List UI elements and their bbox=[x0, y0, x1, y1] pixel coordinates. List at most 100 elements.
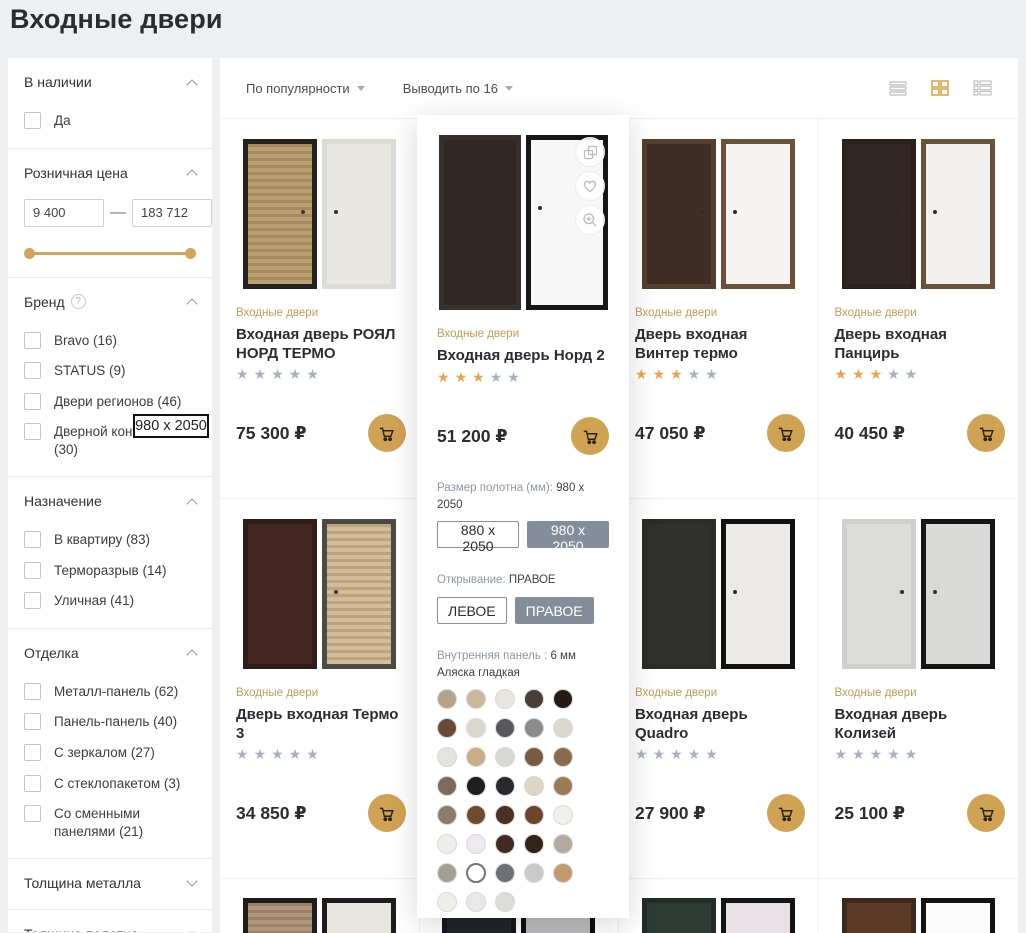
grid-view-icon[interactable] bbox=[931, 80, 949, 96]
checkbox[interactable] bbox=[24, 562, 41, 579]
product-card[interactable]: Входные двери Входная дверь РОЯЛ НОРД ТЕ… bbox=[220, 119, 420, 499]
chevron-up-icon[interactable] bbox=[186, 650, 197, 661]
filter-option[interactable]: STATUS (9) bbox=[24, 362, 196, 380]
product-category-link[interactable]: Входные двери bbox=[635, 687, 802, 699]
chevron-down-icon[interactable] bbox=[186, 876, 197, 887]
chevron-up-icon[interactable] bbox=[186, 169, 197, 180]
checkbox[interactable] bbox=[24, 775, 41, 792]
checkbox[interactable] bbox=[24, 592, 41, 609]
panel-swatch[interactable] bbox=[495, 747, 515, 767]
panel-swatch[interactable] bbox=[524, 747, 544, 767]
product-category-link[interactable]: Входные двери bbox=[437, 328, 609, 340]
panel-swatch[interactable] bbox=[495, 892, 515, 912]
list-view-icon[interactable] bbox=[889, 81, 907, 96]
chevron-up-icon[interactable] bbox=[186, 79, 197, 90]
product-title[interactable]: Дверь входная Термо 3 bbox=[236, 705, 403, 743]
panel-swatch[interactable] bbox=[524, 805, 544, 825]
product-card[interactable] bbox=[220, 879, 420, 933]
checkbox[interactable] bbox=[24, 531, 41, 548]
filter-section-header[interactable]: Толщина металла bbox=[24, 875, 196, 891]
checkbox[interactable] bbox=[24, 683, 41, 700]
panel-swatch[interactable] bbox=[524, 718, 544, 738]
panel-swatch[interactable] bbox=[466, 892, 486, 912]
add-to-cart-button[interactable] bbox=[571, 417, 609, 455]
chevron-up-icon[interactable] bbox=[186, 498, 197, 509]
product-image[interactable] bbox=[236, 139, 403, 289]
panel-swatch[interactable] bbox=[437, 834, 457, 854]
panel-swatch[interactable] bbox=[437, 776, 457, 796]
add-to-cart-button[interactable] bbox=[967, 794, 1005, 832]
panel-swatch[interactable] bbox=[437, 805, 457, 825]
price-slider-handle-min[interactable] bbox=[24, 248, 35, 259]
panel-swatch[interactable] bbox=[437, 747, 457, 767]
add-to-cart-button[interactable] bbox=[368, 414, 406, 452]
product-title[interactable]: Входная дверь Колизей bbox=[835, 705, 1003, 743]
panel-swatch[interactable] bbox=[466, 718, 486, 738]
product-image[interactable] bbox=[835, 519, 1003, 669]
panel-swatch[interactable] bbox=[437, 718, 457, 738]
panel-swatch[interactable] bbox=[553, 834, 573, 854]
product-title[interactable]: Дверь входная Панцирь bbox=[835, 325, 1003, 363]
product-title[interactable]: Дверь входная Винтер термо bbox=[635, 325, 802, 363]
product-image[interactable] bbox=[236, 519, 403, 669]
opening-option-button[interactable]: ЛЕВОЕ bbox=[437, 597, 507, 624]
checkbox[interactable] bbox=[24, 744, 41, 761]
filter-option[interactable]: Уличная (41) bbox=[24, 592, 196, 610]
filter-option[interactable]: Двери регионов (46) bbox=[24, 393, 196, 411]
panel-swatch[interactable] bbox=[437, 689, 457, 709]
price-slider-handle-max[interactable] bbox=[185, 248, 196, 259]
filter-section-header[interactable]: В наличии bbox=[24, 74, 196, 90]
product-card[interactable] bbox=[619, 879, 819, 933]
panel-swatch[interactable] bbox=[524, 689, 544, 709]
compare-icon[interactable] bbox=[575, 137, 605, 167]
add-to-cart-button[interactable] bbox=[767, 414, 805, 452]
product-card[interactable]: Входные двери Дверь входная Панцирь ★★★★… bbox=[819, 119, 1019, 499]
filter-section-header[interactable]: Отделка bbox=[24, 645, 196, 661]
filter-section-header[interactable]: Бренд? bbox=[24, 294, 196, 310]
size-option-button[interactable]: 880 x 2050 bbox=[437, 521, 519, 548]
panel-swatch[interactable] bbox=[553, 747, 573, 767]
wishlist-heart-icon[interactable] bbox=[575, 171, 605, 201]
panel-swatch[interactable] bbox=[466, 805, 486, 825]
product-card[interactable]: Входные двери Дверь входная Винтер термо… bbox=[619, 119, 819, 499]
table-view-icon[interactable] bbox=[973, 80, 992, 96]
product-title[interactable]: Входная дверь Норд 2 bbox=[437, 346, 609, 366]
panel-swatch[interactable] bbox=[495, 834, 515, 854]
checkbox[interactable] bbox=[24, 713, 41, 730]
product-card[interactable] bbox=[819, 879, 1019, 933]
checkbox[interactable] bbox=[24, 805, 41, 822]
filter-section-header[interactable]: Розничная цена bbox=[24, 165, 196, 181]
filter-option[interactable]: Терморазрыв (14) bbox=[24, 562, 196, 580]
product-card[interactable]: Входные двери Входная дверь Колизей ★★★★… bbox=[819, 499, 1019, 879]
panel-swatch[interactable] bbox=[553, 689, 573, 709]
panel-swatch[interactable] bbox=[466, 834, 486, 854]
product-title[interactable]: Входная дверь Quadro bbox=[635, 705, 802, 743]
filter-option[interactable]: Панель-панель (40) bbox=[24, 713, 196, 731]
add-to-cart-button[interactable] bbox=[767, 794, 805, 832]
filter-option[interactable]: С стеклопакетом (3) bbox=[24, 775, 196, 793]
checkbox[interactable] bbox=[24, 362, 41, 379]
product-title[interactable]: Входная дверь РОЯЛ НОРД ТЕРМО bbox=[236, 325, 403, 363]
price-max-input[interactable] bbox=[132, 199, 212, 227]
product-image[interactable] bbox=[835, 898, 1003, 933]
product-category-link[interactable]: Входные двери bbox=[635, 307, 802, 319]
help-icon[interactable]: ? bbox=[71, 294, 86, 309]
filter-option[interactable]: Металл-панель (62) bbox=[24, 683, 196, 701]
panel-swatch[interactable] bbox=[524, 834, 544, 854]
filter-section-header[interactable]: Толщина полотна bbox=[24, 926, 196, 932]
panel-swatch[interactable] bbox=[495, 863, 515, 883]
price-min-input[interactable] bbox=[24, 199, 104, 227]
panel-swatch[interactable] bbox=[437, 863, 457, 883]
product-category-link[interactable]: Входные двери bbox=[835, 307, 1003, 319]
product-image[interactable] bbox=[635, 519, 802, 669]
checkbox[interactable] bbox=[24, 112, 41, 129]
sort-dropdown[interactable]: По популярности bbox=[246, 81, 365, 96]
filter-option[interactable]: Bravo (16) bbox=[24, 332, 196, 350]
filter-section-header[interactable]: Назначение bbox=[24, 493, 196, 509]
filter-option[interactable]: Со сменными панелями (21) bbox=[24, 805, 196, 840]
panel-swatch[interactable] bbox=[524, 776, 544, 796]
product-hover-card[interactable]: Входные двери Входная дверь Норд 2 ★★★★★… bbox=[417, 115, 629, 918]
checkbox[interactable] bbox=[24, 423, 41, 440]
product-category-link[interactable]: Входные двери bbox=[835, 687, 1003, 699]
panel-swatch[interactable] bbox=[553, 805, 573, 825]
